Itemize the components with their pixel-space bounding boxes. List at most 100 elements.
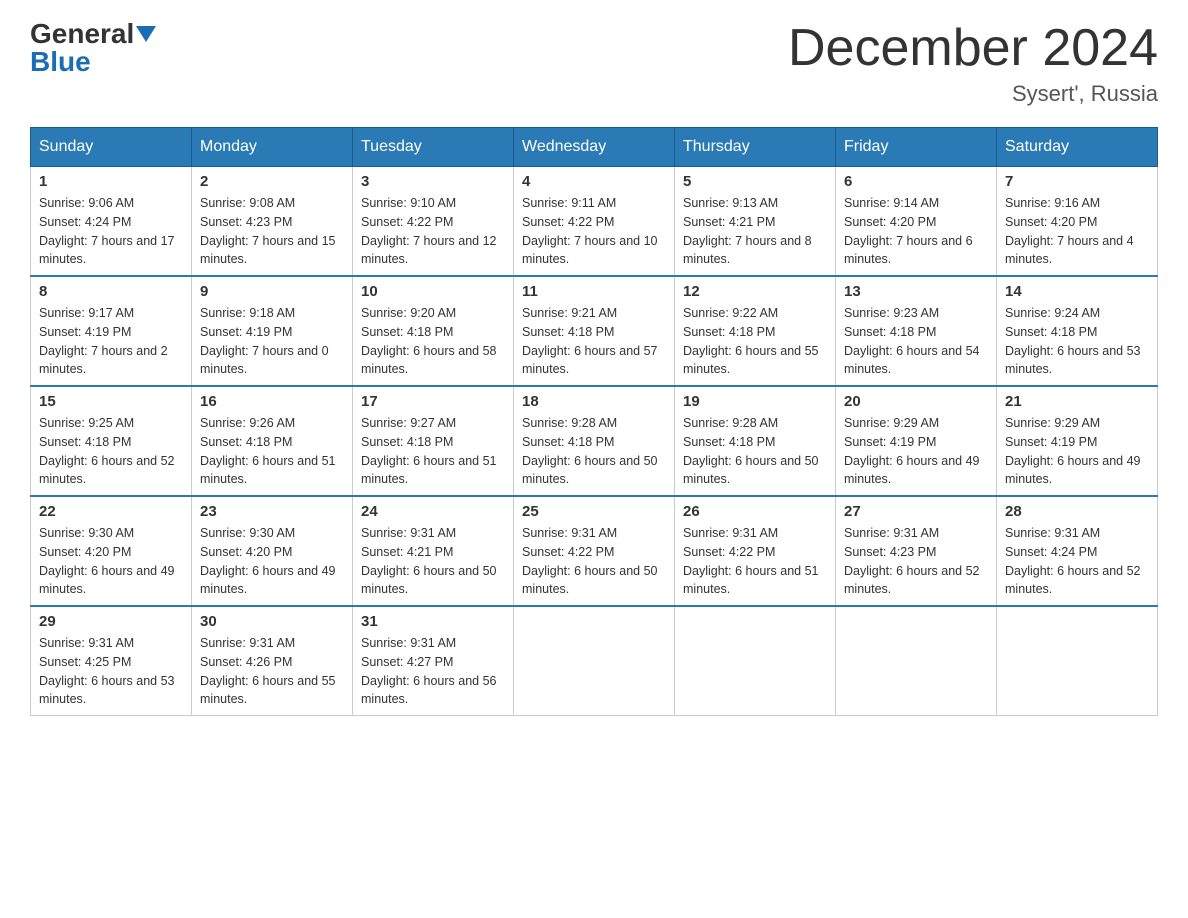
table-row: 7 Sunrise: 9:16 AM Sunset: 4:20 PM Dayli… bbox=[997, 167, 1158, 277]
logo: General Blue bbox=[30, 20, 156, 76]
table-row: 28 Sunrise: 9:31 AM Sunset: 4:24 PM Dayl… bbox=[997, 496, 1158, 606]
day-info: Sunrise: 9:22 AM Sunset: 4:18 PM Dayligh… bbox=[683, 304, 827, 379]
day-number: 23 bbox=[200, 503, 344, 520]
day-number: 28 bbox=[1005, 503, 1149, 520]
day-info: Sunrise: 9:24 AM Sunset: 4:18 PM Dayligh… bbox=[1005, 304, 1149, 379]
day-info: Sunrise: 9:08 AM Sunset: 4:23 PM Dayligh… bbox=[200, 194, 344, 269]
table-row: 31 Sunrise: 9:31 AM Sunset: 4:27 PM Dayl… bbox=[353, 606, 514, 716]
day-info: Sunrise: 9:31 AM Sunset: 4:27 PM Dayligh… bbox=[361, 634, 505, 709]
day-info: Sunrise: 9:28 AM Sunset: 4:18 PM Dayligh… bbox=[683, 414, 827, 489]
day-info: Sunrise: 9:14 AM Sunset: 4:20 PM Dayligh… bbox=[844, 194, 988, 269]
table-row: 17 Sunrise: 9:27 AM Sunset: 4:18 PM Dayl… bbox=[353, 386, 514, 496]
table-row: 5 Sunrise: 9:13 AM Sunset: 4:21 PM Dayli… bbox=[675, 167, 836, 277]
table-row: 16 Sunrise: 9:26 AM Sunset: 4:18 PM Dayl… bbox=[192, 386, 353, 496]
day-info: Sunrise: 9:18 AM Sunset: 4:19 PM Dayligh… bbox=[200, 304, 344, 379]
title-block: December 2024 Sysert', Russia bbox=[788, 20, 1158, 107]
table-row: 8 Sunrise: 9:17 AM Sunset: 4:19 PM Dayli… bbox=[31, 276, 192, 386]
table-row: 1 Sunrise: 9:06 AM Sunset: 4:24 PM Dayli… bbox=[31, 167, 192, 277]
day-info: Sunrise: 9:23 AM Sunset: 4:18 PM Dayligh… bbox=[844, 304, 988, 379]
day-info: Sunrise: 9:31 AM Sunset: 4:25 PM Dayligh… bbox=[39, 634, 183, 709]
day-info: Sunrise: 9:30 AM Sunset: 4:20 PM Dayligh… bbox=[39, 524, 183, 599]
day-number: 6 bbox=[844, 173, 988, 190]
day-info: Sunrise: 9:29 AM Sunset: 4:19 PM Dayligh… bbox=[844, 414, 988, 489]
weekday-header-row: Sunday Monday Tuesday Wednesday Thursday… bbox=[31, 128, 1158, 167]
day-number: 25 bbox=[522, 503, 666, 520]
table-row: 6 Sunrise: 9:14 AM Sunset: 4:20 PM Dayli… bbox=[836, 167, 997, 277]
day-info: Sunrise: 9:31 AM Sunset: 4:21 PM Dayligh… bbox=[361, 524, 505, 599]
day-number: 8 bbox=[39, 283, 183, 300]
table-row: 21 Sunrise: 9:29 AM Sunset: 4:19 PM Dayl… bbox=[997, 386, 1158, 496]
table-row: 4 Sunrise: 9:11 AM Sunset: 4:22 PM Dayli… bbox=[514, 167, 675, 277]
day-info: Sunrise: 9:25 AM Sunset: 4:18 PM Dayligh… bbox=[39, 414, 183, 489]
table-row: 12 Sunrise: 9:22 AM Sunset: 4:18 PM Dayl… bbox=[675, 276, 836, 386]
table-row: 2 Sunrise: 9:08 AM Sunset: 4:23 PM Dayli… bbox=[192, 167, 353, 277]
day-info: Sunrise: 9:20 AM Sunset: 4:18 PM Dayligh… bbox=[361, 304, 505, 379]
day-info: Sunrise: 9:06 AM Sunset: 4:24 PM Dayligh… bbox=[39, 194, 183, 269]
table-row: 20 Sunrise: 9:29 AM Sunset: 4:19 PM Dayl… bbox=[836, 386, 997, 496]
table-row: 26 Sunrise: 9:31 AM Sunset: 4:22 PM Dayl… bbox=[675, 496, 836, 606]
month-title: December 2024 bbox=[788, 20, 1158, 77]
day-number: 30 bbox=[200, 613, 344, 630]
day-info: Sunrise: 9:21 AM Sunset: 4:18 PM Dayligh… bbox=[522, 304, 666, 379]
table-row: 29 Sunrise: 9:31 AM Sunset: 4:25 PM Dayl… bbox=[31, 606, 192, 716]
day-info: Sunrise: 9:31 AM Sunset: 4:24 PM Dayligh… bbox=[1005, 524, 1149, 599]
page-header: General Blue December 2024 Sysert', Russ… bbox=[30, 20, 1158, 107]
day-number: 9 bbox=[200, 283, 344, 300]
day-number: 16 bbox=[200, 393, 344, 410]
day-info: Sunrise: 9:11 AM Sunset: 4:22 PM Dayligh… bbox=[522, 194, 666, 269]
day-info: Sunrise: 9:28 AM Sunset: 4:18 PM Dayligh… bbox=[522, 414, 666, 489]
day-info: Sunrise: 9:29 AM Sunset: 4:19 PM Dayligh… bbox=[1005, 414, 1149, 489]
table-row: 19 Sunrise: 9:28 AM Sunset: 4:18 PM Dayl… bbox=[675, 386, 836, 496]
day-number: 17 bbox=[361, 393, 505, 410]
col-saturday: Saturday bbox=[997, 128, 1158, 167]
calendar-body: 1 Sunrise: 9:06 AM Sunset: 4:24 PM Dayli… bbox=[31, 167, 1158, 716]
col-tuesday: Tuesday bbox=[353, 128, 514, 167]
day-number: 22 bbox=[39, 503, 183, 520]
day-number: 24 bbox=[361, 503, 505, 520]
day-number: 20 bbox=[844, 393, 988, 410]
calendar-header: Sunday Monday Tuesday Wednesday Thursday… bbox=[31, 128, 1158, 167]
day-number: 11 bbox=[522, 283, 666, 300]
logo-general: General bbox=[30, 20, 134, 48]
day-number: 4 bbox=[522, 173, 666, 190]
day-number: 3 bbox=[361, 173, 505, 190]
table-row: 27 Sunrise: 9:31 AM Sunset: 4:23 PM Dayl… bbox=[836, 496, 997, 606]
location: Sysert', Russia bbox=[788, 81, 1158, 107]
day-number: 2 bbox=[200, 173, 344, 190]
day-info: Sunrise: 9:31 AM Sunset: 4:23 PM Dayligh… bbox=[844, 524, 988, 599]
logo-arrow-icon bbox=[136, 26, 156, 42]
day-info: Sunrise: 9:30 AM Sunset: 4:20 PM Dayligh… bbox=[200, 524, 344, 599]
day-number: 15 bbox=[39, 393, 183, 410]
table-row: 22 Sunrise: 9:30 AM Sunset: 4:20 PM Dayl… bbox=[31, 496, 192, 606]
day-info: Sunrise: 9:31 AM Sunset: 4:26 PM Dayligh… bbox=[200, 634, 344, 709]
day-info: Sunrise: 9:31 AM Sunset: 4:22 PM Dayligh… bbox=[522, 524, 666, 599]
day-info: Sunrise: 9:26 AM Sunset: 4:18 PM Dayligh… bbox=[200, 414, 344, 489]
day-number: 7 bbox=[1005, 173, 1149, 190]
table-row: 3 Sunrise: 9:10 AM Sunset: 4:22 PM Dayli… bbox=[353, 167, 514, 277]
table-row: 10 Sunrise: 9:20 AM Sunset: 4:18 PM Dayl… bbox=[353, 276, 514, 386]
table-row: 11 Sunrise: 9:21 AM Sunset: 4:18 PM Dayl… bbox=[514, 276, 675, 386]
calendar-table: Sunday Monday Tuesday Wednesday Thursday… bbox=[30, 127, 1158, 716]
col-thursday: Thursday bbox=[675, 128, 836, 167]
logo-blue: Blue bbox=[30, 48, 91, 76]
day-number: 19 bbox=[683, 393, 827, 410]
table-row: 14 Sunrise: 9:24 AM Sunset: 4:18 PM Dayl… bbox=[997, 276, 1158, 386]
table-row: 25 Sunrise: 9:31 AM Sunset: 4:22 PM Dayl… bbox=[514, 496, 675, 606]
col-friday: Friday bbox=[836, 128, 997, 167]
table-row: 9 Sunrise: 9:18 AM Sunset: 4:19 PM Dayli… bbox=[192, 276, 353, 386]
table-row bbox=[836, 606, 997, 716]
table-row: 24 Sunrise: 9:31 AM Sunset: 4:21 PM Dayl… bbox=[353, 496, 514, 606]
day-number: 5 bbox=[683, 173, 827, 190]
col-sunday: Sunday bbox=[31, 128, 192, 167]
table-row: 13 Sunrise: 9:23 AM Sunset: 4:18 PM Dayl… bbox=[836, 276, 997, 386]
day-number: 13 bbox=[844, 283, 988, 300]
table-row: 18 Sunrise: 9:28 AM Sunset: 4:18 PM Dayl… bbox=[514, 386, 675, 496]
table-row bbox=[514, 606, 675, 716]
day-info: Sunrise: 9:31 AM Sunset: 4:22 PM Dayligh… bbox=[683, 524, 827, 599]
table-row: 23 Sunrise: 9:30 AM Sunset: 4:20 PM Dayl… bbox=[192, 496, 353, 606]
day-number: 18 bbox=[522, 393, 666, 410]
table-row bbox=[997, 606, 1158, 716]
day-info: Sunrise: 9:16 AM Sunset: 4:20 PM Dayligh… bbox=[1005, 194, 1149, 269]
col-wednesday: Wednesday bbox=[514, 128, 675, 167]
day-number: 12 bbox=[683, 283, 827, 300]
